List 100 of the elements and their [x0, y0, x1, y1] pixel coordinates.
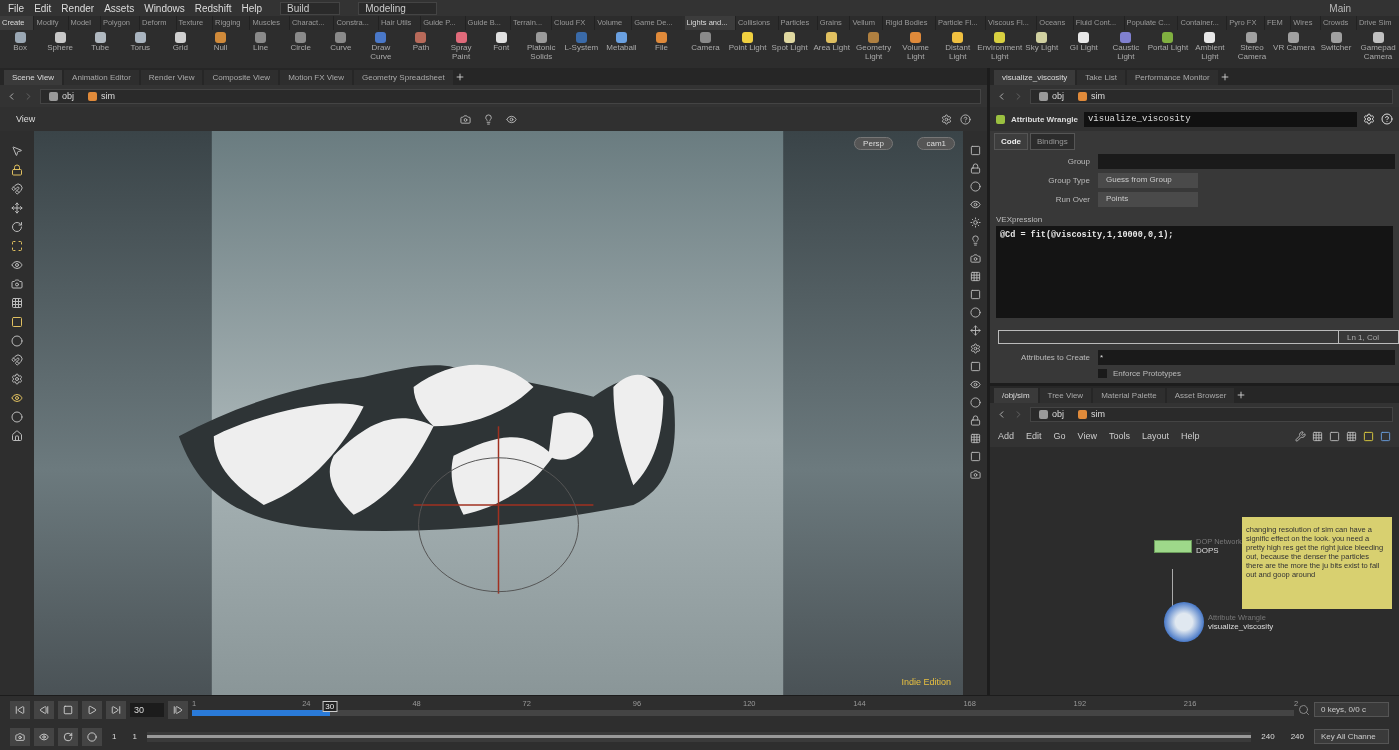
shelf-tool-label[interactable]: VR Camera	[1273, 44, 1315, 53]
step-button[interactable]	[168, 700, 188, 719]
viewport-tool-icon[interactable]	[11, 354, 23, 366]
display-option-icon[interactable]	[969, 181, 981, 192]
add-tab-icon[interactable]	[454, 72, 465, 82]
context-menu[interactable]: Modeling	[358, 1, 437, 15]
shelf-tool-label[interactable]: Grid	[172, 44, 188, 53]
parameter-menu[interactable]: Guess from Group	[1098, 173, 1198, 188]
shelf-tool-label[interactable]: L-System	[564, 44, 599, 53]
shelf-tool-label[interactable]: Geometry Light	[852, 44, 895, 61]
viewport-tool-icon[interactable]	[11, 183, 23, 195]
eye-icon[interactable]	[505, 113, 517, 125]
shelf-tool-label[interactable]: Sphere	[47, 44, 74, 53]
display-option-icon[interactable]	[969, 325, 981, 336]
display-option-icon[interactable]	[969, 199, 981, 210]
wrench-icon[interactable]	[1295, 430, 1306, 442]
shelf-tool-label[interactable]: File	[655, 44, 668, 53]
viewport-tool-icon[interactable]	[11, 316, 23, 328]
menu-item[interactable]: Render	[61, 2, 95, 14]
square-icon[interactable]	[1329, 430, 1340, 442]
shelf-tool-label[interactable]: Torus	[130, 44, 151, 53]
timeline-track[interactable]	[192, 709, 1294, 716]
shelf-tool-label[interactable]: Distant Light	[936, 44, 979, 61]
shelf-tool-label[interactable]: Camera	[691, 44, 720, 53]
viewport-tool-icon[interactable]	[11, 145, 23, 157]
shelf-tool-icon[interactable]	[1204, 32, 1216, 43]
shelf-tool-label[interactable]: Path	[412, 44, 430, 53]
pane-tab[interactable]: Animation Editor	[64, 70, 139, 85]
display-option-icon[interactable]	[969, 451, 981, 462]
display-option-icon[interactable]	[969, 289, 981, 300]
display-option-icon[interactable]	[969, 217, 981, 228]
shelf-tool-label[interactable]: Spray Paint	[441, 44, 482, 61]
parameter-tab[interactable]: Code	[994, 133, 1028, 150]
shelf-tool-label[interactable]: Stereo Camera	[1230, 44, 1273, 61]
shelf-tool-icon[interactable]	[535, 32, 547, 43]
pane-tab[interactable]: Asset Browser	[1166, 388, 1235, 403]
menu-item[interactable]: Layout	[1141, 431, 1169, 441]
shelf-tool-label[interactable]: Curve	[330, 44, 352, 53]
shelf-tool-label[interactable]: Portal Light	[1147, 44, 1189, 53]
shelf-tool-label[interactable]: Font	[493, 44, 510, 53]
display-option-icon[interactable]	[969, 361, 981, 372]
pane-tab[interactable]: Composite View	[204, 70, 279, 85]
viewport-tool-icon[interactable]	[11, 240, 23, 252]
pane-tab[interactable]: Performance Monitor	[1126, 70, 1218, 85]
range-end-field[interactable]: 240	[1255, 730, 1281, 743]
shelf-tool-icon[interactable]	[94, 32, 106, 43]
shelf-tool-icon[interactable]	[1372, 32, 1384, 43]
pane-tab[interactable]: visualize_viscosity	[994, 70, 1076, 85]
settings-icon[interactable]	[1363, 113, 1375, 125]
wrangle-node[interactable]	[1164, 602, 1204, 642]
menu-item[interactable]: View	[1077, 431, 1097, 441]
pane-tab[interactable]: /obj/sim	[994, 388, 1038, 403]
viewport-tool-icon[interactable]	[11, 259, 23, 271]
shelf-tool-icon[interactable]	[826, 32, 838, 43]
playback-button[interactable]	[82, 700, 102, 719]
start-frame-field[interactable]: 1	[106, 730, 123, 743]
frame-field[interactable]: 30	[130, 702, 164, 717]
pane-tab[interactable]: Motion FX View	[280, 70, 352, 85]
viewport-tool-icon[interactable]	[11, 202, 23, 214]
camera-menu[interactable]: Persp	[854, 137, 893, 150]
shelf-tool-label[interactable]: Line	[253, 44, 269, 53]
parameter-field[interactable]	[1098, 154, 1395, 169]
menu-item[interactable]: Help	[241, 2, 263, 14]
desktop-menu[interactable]: Build	[280, 1, 341, 15]
range-start-field[interactable]: 1	[126, 730, 143, 743]
menu-item[interactable]: File	[8, 2, 25, 14]
shelf-tool-label[interactable]: Spot Light	[771, 44, 808, 53]
shelf-tool-label[interactable]: Draw Curve	[360, 44, 401, 61]
playback-button[interactable]	[10, 700, 30, 719]
shelf-tool-icon[interactable]	[1246, 32, 1258, 43]
path-field[interactable]: obj sim	[1030, 406, 1393, 422]
shelf-tool-icon[interactable]	[134, 32, 146, 43]
viewport-tool-icon[interactable]	[11, 164, 23, 176]
shelf-tool-icon[interactable]	[1288, 32, 1300, 43]
shelf-tool-icon[interactable]	[742, 32, 754, 43]
shelf-tool-icon[interactable]	[1162, 32, 1174, 43]
display-option-icon[interactable]	[969, 415, 981, 426]
menu-item[interactable]: Windows	[144, 2, 185, 14]
shelf-tool-label[interactable]: Gamepad Camera	[1357, 44, 1399, 61]
shelf-tool-label[interactable]: Area Light	[813, 44, 850, 53]
shelf-tool-label[interactable]: GI Light	[1069, 44, 1098, 53]
shelf-tool-label[interactable]: Caustic Light	[1104, 44, 1147, 61]
code-editor[interactable]: @Cd = fit(@viscosity,1,10000,0,1);	[996, 226, 1393, 318]
shelf-tool-label[interactable]: Null	[213, 44, 228, 53]
shelf-tool-icon[interactable]	[656, 32, 668, 43]
display-option-icon[interactable]	[969, 253, 981, 264]
path-crumb[interactable]: sim	[1091, 91, 1105, 101]
display-option-icon[interactable]	[969, 163, 981, 174]
display-option-icon[interactable]	[969, 433, 981, 444]
shelf-tool-icon[interactable]	[784, 32, 796, 43]
pane-tab[interactable]: Scene View	[4, 70, 63, 85]
display-option-icon[interactable]	[969, 235, 981, 246]
checkbox[interactable]	[1098, 369, 1107, 378]
viewport-tool-icon[interactable]	[11, 335, 23, 347]
pane-tab[interactable]: Material Palette	[1093, 388, 1165, 403]
path-crumb[interactable]: obj	[62, 91, 74, 101]
menu-item[interactable]: Edit	[1026, 431, 1042, 441]
pane-tab[interactable]: Take List	[1077, 70, 1125, 85]
add-tab-icon[interactable]	[1236, 390, 1247, 400]
shelf-tool-label[interactable]: Environment Light	[977, 44, 1023, 61]
